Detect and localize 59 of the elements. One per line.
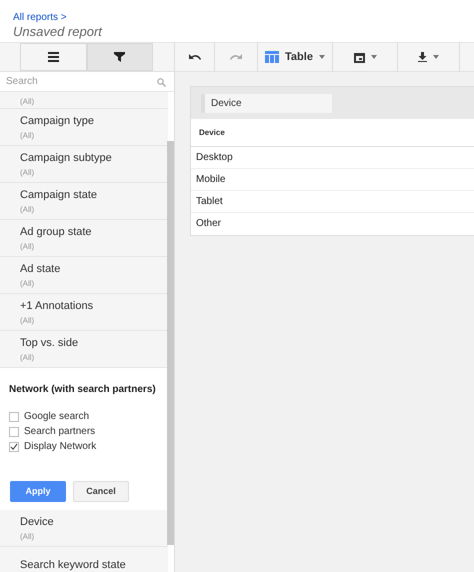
filter-name: Ad state <box>20 262 62 276</box>
filter-name: Ad group state <box>20 224 93 238</box>
filter-item[interactable]: Campaign subtype (All) <box>0 146 168 183</box>
checkbox-option[interactable]: Display Network <box>9 439 96 454</box>
filter-item[interactable]: Search keyword state <box>0 547 168 572</box>
filter-value: (All) <box>20 130 36 140</box>
filter-item[interactable]: Campaign type (All) <box>0 109 168 146</box>
table-cell: Tablet <box>191 191 474 213</box>
table-icon <box>265 51 280 63</box>
report-title: Unsaved report <box>13 24 102 39</box>
calendar-icon <box>354 52 364 62</box>
caret-icon <box>433 55 439 59</box>
checkbox-option[interactable]: Search partners <box>9 424 96 439</box>
filter-value: (All) <box>20 166 36 178</box>
filter-item[interactable]: Top vs. side (All) <box>0 331 168 368</box>
filter-value: (All) <box>20 204 36 214</box>
filter-item[interactable]: +1 Annotations (All) <box>0 294 168 331</box>
breadcrumb-link[interactable]: All reports > <box>13 12 67 24</box>
undo-icon <box>188 53 200 61</box>
checkbox[interactable] <box>9 412 19 422</box>
filter-value: (All) <box>20 278 36 288</box>
table-view-button[interactable]: Table <box>258 43 333 71</box>
checkbox[interactable] <box>9 426 19 436</box>
table-cell-text: Other <box>195 217 222 231</box>
column-header[interactable]: Device <box>199 126 225 138</box>
list-icon <box>48 52 59 62</box>
checkbox-option[interactable]: Google search <box>9 409 90 424</box>
filter-item[interactable]: Device (All) <box>0 510 168 547</box>
filter-name: Search keyword state <box>20 558 127 572</box>
dimension-chip[interactable]: Device <box>201 94 332 112</box>
filter-name: Device <box>20 514 55 528</box>
filter-heading: Network (with search partners) <box>9 383 156 397</box>
download-icon <box>418 52 427 62</box>
filter-icon <box>114 52 126 62</box>
scrollbar[interactable] <box>167 141 174 545</box>
filter-item[interactable]: Ad group state (All) <box>0 220 168 257</box>
filter-value: (All) <box>20 352 36 362</box>
caret-icon <box>370 55 376 59</box>
checkmark-icon <box>10 442 18 450</box>
filter-item[interactable]: Campaign state (All) <box>0 183 168 220</box>
caret-icon <box>318 55 325 59</box>
filter-item[interactable]: Ad state (All) <box>0 257 168 294</box>
filter-name: +1 Annotations <box>20 298 94 312</box>
search-icon <box>157 78 166 87</box>
list-tab[interactable] <box>20 43 86 71</box>
filter-name: Campaign state <box>20 188 98 202</box>
filter-value: (All) <box>20 96 36 106</box>
filter-name: Top vs. side <box>20 336 80 350</box>
redo-icon <box>230 53 242 61</box>
table-cell: Desktop <box>191 147 474 169</box>
filter-name: Campaign type <box>20 114 95 128</box>
filter-value: (All) <box>20 314 36 326</box>
filter-value: (All) <box>20 240 36 252</box>
filter-tab[interactable] <box>86 43 153 71</box>
table-cell: Mobile <box>191 169 474 191</box>
filter-value: (All) <box>20 530 36 542</box>
filter-name: Campaign subtype <box>20 150 113 164</box>
cancel-button[interactable]: Cancel <box>73 481 129 502</box>
checkbox[interactable] <box>9 442 19 452</box>
